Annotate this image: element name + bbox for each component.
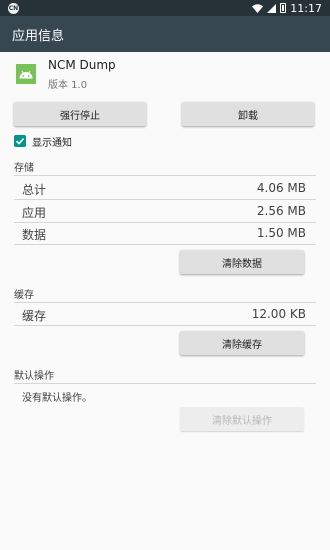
storage-row-value: 4.06 MB xyxy=(256,181,306,195)
default-actions-section-title: 默认操作 xyxy=(14,371,54,382)
clear-cache-button[interactable]: 清除缓存 xyxy=(180,331,304,355)
uninstall-button[interactable]: 卸载 xyxy=(182,102,314,126)
storage-row-label: 总计 xyxy=(22,183,47,197)
cache-row-label: 缓存 xyxy=(22,309,47,323)
app-version: 版本 1.0 xyxy=(48,80,88,91)
battery-icon xyxy=(280,3,287,13)
wifi-icon xyxy=(252,3,264,13)
notification-badge-icon: CN xyxy=(8,2,19,14)
row-divider xyxy=(14,244,316,245)
show-notifications-checkbox[interactable] xyxy=(14,135,26,147)
force-stop-button[interactable]: 强行停止 xyxy=(14,102,146,126)
status-time: 11:17 xyxy=(290,1,322,15)
storage-section-title: 存储 xyxy=(14,163,34,174)
default-actions-divider xyxy=(14,383,316,384)
cache-row-value: 12.00 KB xyxy=(251,307,306,321)
no-default-actions-text: 没有默认操作。 xyxy=(22,393,92,404)
storage-divider xyxy=(14,175,316,176)
android-icon xyxy=(16,64,36,84)
row-divider xyxy=(14,325,316,326)
show-notifications-label: 显示通知 xyxy=(32,138,72,149)
checkmark-icon xyxy=(15,138,25,145)
cache-section-title: 缓存 xyxy=(14,290,34,301)
row-divider xyxy=(14,222,316,223)
signal-icon xyxy=(267,3,277,13)
clear-data-button[interactable]: 清除数据 xyxy=(180,250,304,274)
status-bar: CN 11:17 xyxy=(0,0,330,16)
storage-row-label: 数据 xyxy=(22,228,47,242)
row-divider xyxy=(14,199,316,200)
page-title: 应用信息 xyxy=(12,28,65,44)
app-name: NCM Dump xyxy=(48,58,116,72)
cache-divider xyxy=(14,302,316,303)
storage-row-value: 1.50 MB xyxy=(256,226,306,240)
storage-row-label: 应用 xyxy=(22,206,47,220)
storage-row-value: 2.56 MB xyxy=(256,204,306,218)
toolbar: 应用信息 xyxy=(0,16,330,52)
clear-defaults-button: 清除默认操作 xyxy=(180,407,304,431)
